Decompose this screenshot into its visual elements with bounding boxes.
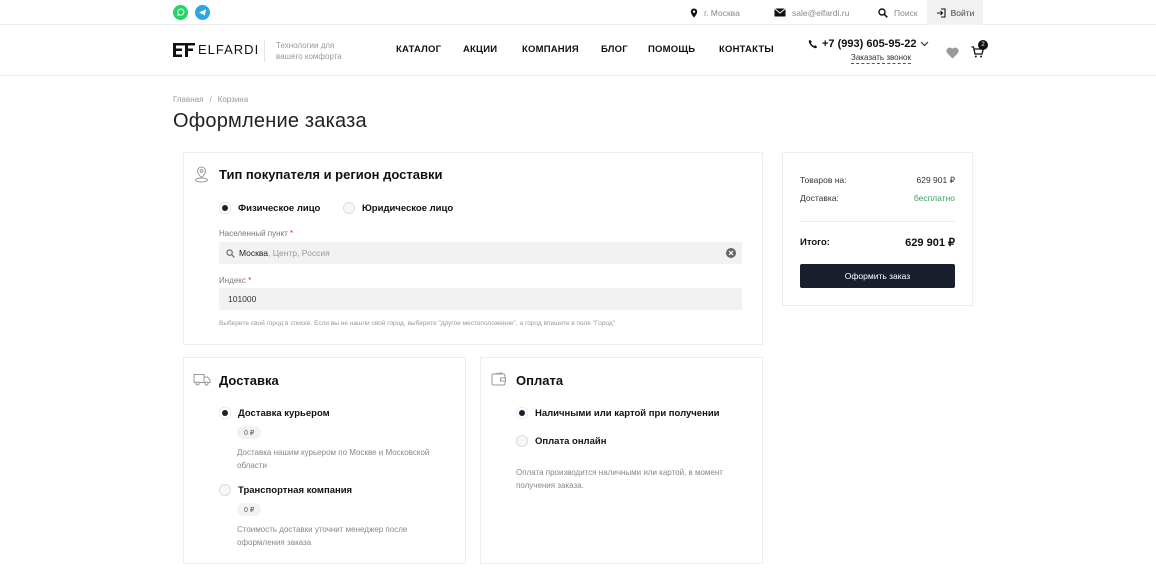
index-value: 101000 [228,294,257,304]
index-field-label: Индекс * [219,276,251,285]
login-label: Войти [950,7,975,18]
place-order-button[interactable]: Оформить заказ [800,264,955,288]
logo-text: ELFARDI [198,42,260,57]
nav-promotions[interactable]: АКЦИИ [463,44,497,55]
breadcrumb-current: Корзина [217,95,249,104]
login-button[interactable]: Войти [927,0,983,25]
radio-unchecked [343,202,355,214]
tagline: Технологии для вашего комфорта [276,41,342,61]
phone-dropdown[interactable]: +7 (993) 605-95-22 [808,38,933,50]
delivery-panel-title: Доставка [219,373,279,388]
radio-label: Наличными или картой при получении [535,407,720,419]
whatsapp-icon[interactable] [173,5,188,20]
delivery-cost-label: Доставка: [800,193,839,203]
city-label-text: Населенный пункт [219,229,288,238]
city-input[interactable]: Москва, Центр, Россия [219,242,742,264]
city-field-label: Населенный пункт * [219,229,293,238]
total-label: Итого: [800,237,830,248]
total-value: 629 901 ₽ [905,237,955,249]
nav-help[interactable]: ПОМОЩЬ [648,44,695,55]
breadcrumb: Главная / Корзина [173,95,248,104]
city-value: Москва [239,248,269,258]
required-mark: * [248,276,252,285]
city-selector[interactable]: г. Москва [690,0,740,25]
site-header: ELFARDI Технологии для вашего комфорта К… [0,25,1156,76]
payment-description: Оплата производится наличными или картой… [516,468,723,490]
radio-checked [516,407,528,419]
radio-checked [219,407,231,419]
city-label: г. Москва [704,7,740,18]
nav-catalog[interactable]: КАТАЛОГ [396,44,441,55]
callback-link[interactable]: Заказать звонок [851,53,911,64]
radio-label: Доставка курьером [238,407,330,419]
payment-panel-title: Оплата [516,373,564,388]
radio-legal-entity[interactable]: Юридическое лицо [343,202,453,214]
clear-icon[interactable] [726,248,736,258]
radio-checked [219,202,231,214]
top-bar: г. Москва sale@elfardi.ru Поиск Войти [0,0,1156,25]
summary-divider [800,221,955,222]
location-pin-icon [690,8,698,17]
chevron-down-icon [921,41,929,47]
divider [264,40,265,62]
price-badge: 0 ₽ [237,503,262,516]
radio-cash-or-card[interactable]: Наличными или картой при получении [516,407,720,419]
radio-label: Транспортная компания [238,484,353,496]
radio-label: Оплата онлайн [535,435,607,447]
favorites-icon[interactable] [946,46,959,64]
city-value-suffix: , Центр, Россия [268,248,330,258]
required-mark: * [290,229,294,238]
logo[interactable]: ELFARDI [173,42,259,57]
delivery-cost-value: бесплатно [913,193,955,203]
login-icon [936,7,946,18]
delivery-description: Доставка нашим курьером по Москве и Моск… [237,448,430,470]
breadcrumb-home[interactable]: Главная [173,95,203,104]
radio-unchecked [516,435,528,447]
nav-blog[interactable]: БЛОГ [601,44,628,55]
payment-panel [480,357,763,564]
search-label: Поиск [894,7,918,18]
nav-company[interactable]: КОМПАНИЯ [522,44,579,55]
goods-value: 629 901 ₽ [916,175,956,185]
radio-transport-company[interactable]: Транспортная компания [219,484,352,496]
email-link[interactable]: sale@elfardi.ru [774,0,849,25]
radio-online-payment[interactable]: Оплата онлайн [516,435,606,447]
radio-individual[interactable]: Физическое лицо [219,202,320,214]
radio-courier[interactable]: Доставка курьером [219,407,330,419]
search-icon [226,248,235,258]
nav-contacts[interactable]: КОНТАКТЫ [719,44,774,55]
search-icon [878,7,888,18]
radio-label: Физическое лицо [238,202,321,214]
cart-count-badge: 2 [978,40,988,50]
logo-mark-icon [173,42,195,57]
email-text: sale@elfardi.ru [792,7,850,18]
mail-icon [774,8,786,17]
phone-number: +7 (993) 605-95-22 [822,38,917,50]
goods-label: Товаров на: [800,175,847,185]
telegram-icon[interactable] [195,5,210,20]
index-input[interactable]: 101000 [219,288,742,310]
radio-label: Юридическое лицо [362,202,454,214]
index-label-text: Индекс [219,276,246,285]
truck-icon [193,374,211,386]
delivery-description: Стоимость доставки уточнит менеджер посл… [237,525,408,547]
breadcrumb-separator: / [209,95,212,104]
wallet-icon [491,372,506,386]
price-badge: 0 ₽ [237,426,262,439]
page-title: Оформление заказа [173,110,367,132]
radio-unchecked [219,484,231,496]
location-icon [195,166,208,183]
city-hint: Выберите свой город в списке. Если вы не… [219,320,615,327]
phone-icon [808,39,818,49]
search-button[interactable]: Поиск [878,0,918,25]
buyer-panel-title: Тип покупателя и регион доставки [219,167,443,182]
